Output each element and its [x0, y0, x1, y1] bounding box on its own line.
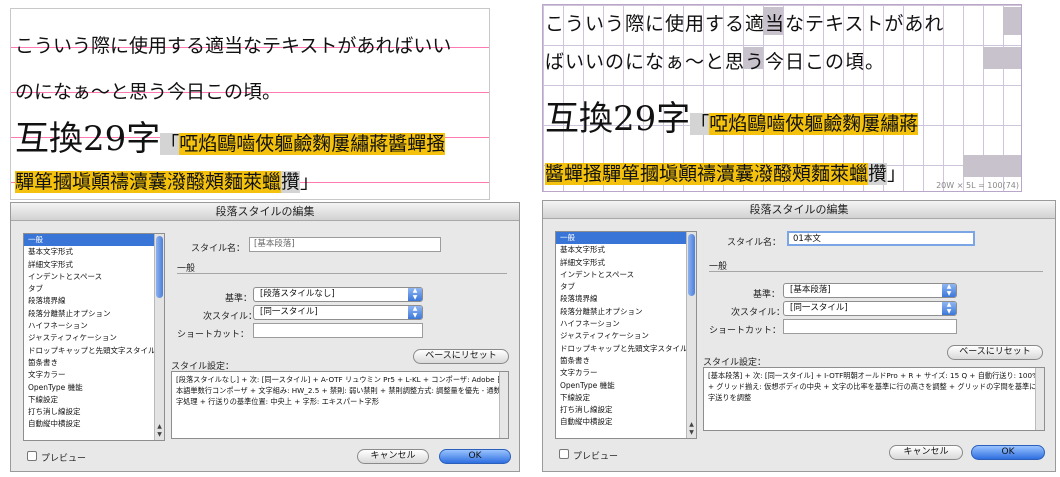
style-name-field[interactable]: [基本段落]	[249, 237, 441, 252]
next-style-label: 次スタイル：	[203, 312, 258, 322]
scroll-up-icon[interactable]: ▲	[688, 421, 695, 428]
category-item[interactable]: 段落分離禁止オプション	[556, 306, 696, 318]
scroll-down-icon[interactable]: ▼	[156, 431, 163, 438]
next-style-select[interactable]: [同一スタイル] ▲ ▼	[783, 301, 957, 316]
category-items: 一般 基本文字形式 詳細文字形式 インデントとスペース タブ 段落境界線 段落分離禁止オプシ…	[556, 232, 696, 429]
category-item[interactable]: ハイフネーション	[556, 318, 696, 330]
preview-checkbox[interactable]	[27, 451, 37, 461]
next-style-label: 次スタイル：	[731, 308, 786, 318]
style-settings-text: [段落スタイルなし] + 次: [同一スタイル] + A-OTF リュウミン P…	[171, 371, 509, 439]
category-item[interactable]: ドロップキャップと先頭文字スタイル	[556, 343, 696, 355]
preview-line-4: 驒箪摑塡顚禱瀆囊潑醱頰麵萊蠟攢」	[15, 171, 320, 193]
shortcut-field[interactable]	[253, 323, 423, 338]
dialog-title: 段落スタイルの編集	[11, 203, 519, 221]
scroll-down-icon[interactable]: ▼	[688, 429, 695, 436]
select-arrows-icon: ▲ ▼	[408, 305, 422, 319]
based-on-label: 基準：	[225, 294, 253, 304]
category-item[interactable]: 一般	[556, 232, 696, 245]
category-item[interactable]: 自動縦中横設定	[556, 416, 696, 428]
category-item[interactable]: 詳細文字形式	[556, 257, 696, 269]
select-arrows-icon: ▲ ▼	[942, 283, 956, 297]
next-style-select[interactable]: [同一スタイル] ▲ ▼	[253, 305, 423, 320]
text-frame-preview-grid: こういう際に使用する適当なテキストがあれ ばいいのになぁ〜と思う今日この頃。 互…	[542, 4, 1022, 192]
category-item[interactable]: ジャスティフィケーション	[556, 330, 696, 342]
preview-line-1: こういう際に使用する適当なテキストがあれ	[545, 13, 945, 35]
ok-button[interactable]: OK	[971, 445, 1045, 460]
style-name-label: スタイル名：	[727, 238, 782, 248]
shortcut-field[interactable]	[783, 319, 957, 334]
based-on-label: 基準：	[753, 290, 781, 300]
right-panel: こういう際に使用する適当なテキストがあれ ばいいのになぁ〜と思う今日この頃。 互…	[536, 0, 1056, 477]
category-item[interactable]: ドロップキャップと先頭文字スタイル	[24, 345, 164, 357]
based-on-select[interactable]: [基本段落] ▲ ▼	[783, 283, 957, 298]
category-item[interactable]: OpenType 機能	[24, 382, 164, 394]
category-item[interactable]: 段落境界線	[556, 293, 696, 305]
category-item[interactable]: 下線設定	[556, 392, 696, 404]
preview-line-2: のになぁ〜と思う今日この頃。	[15, 81, 282, 103]
paragraph-style-dialog: 段落スタイルの編集 一般 基本文字形式 詳細文字形式 インデントとスペース タブ 段落境界…	[10, 202, 520, 472]
left-panel: こういう際に使用する適当なテキストがあればいい のになぁ〜と思う今日この頃。 互…	[0, 0, 520, 477]
section-divider	[709, 271, 1043, 272]
reset-to-base-button[interactable]: ベースにリセット	[947, 345, 1043, 360]
category-item[interactable]: ハイフネーション	[24, 320, 164, 332]
category-item[interactable]: タブ	[24, 283, 164, 295]
category-item[interactable]: 段落分離禁止オプション	[24, 308, 164, 320]
style-settings-text: [基本段落] + 次: [同一スタイル] + I-OTF明朝オールドPro + …	[703, 367, 1045, 431]
based-on-select[interactable]: [段落スタイルなし] ▲ ▼	[253, 287, 423, 302]
scroll-up-icon[interactable]: ▲	[156, 423, 163, 430]
category-item[interactable]: 文字カラー	[24, 369, 164, 381]
category-item[interactable]: OpenType 機能	[556, 380, 696, 392]
category-item[interactable]: 箇条書き	[24, 357, 164, 369]
category-item[interactable]: インデントとスペース	[24, 271, 164, 283]
grid-ruler-readout: 20W × 5L = 100(74)	[936, 181, 1019, 190]
preview-line-3: 互換29字「啞焰鷗嚙俠軀鹼麴屢繡蔣	[545, 99, 919, 139]
paragraph-style-dialog: 段落スタイルの編集 一般 基本文字形式 詳細文字形式 インデントとスペース タブ 段落境界…	[542, 200, 1056, 472]
ok-button[interactable]: OK	[439, 449, 511, 464]
category-item[interactable]: 打ち消し線設定	[556, 404, 696, 416]
category-item[interactable]: 一般	[24, 234, 164, 247]
preview-checkbox[interactable]	[559, 449, 569, 459]
preview-line-4: 醬蟬搔驒箪摑塡顚禱瀆囊潑醱頰麵萊蠟攢」	[545, 163, 907, 185]
category-item[interactable]: 基本文字形式	[24, 246, 164, 258]
category-item[interactable]: ジャスティフィケーション	[24, 332, 164, 344]
category-scrollbar[interactable]: ▲ ▼	[154, 234, 164, 440]
category-item[interactable]: 文字カラー	[556, 367, 696, 379]
reset-to-base-button[interactable]: ベースにリセット	[413, 349, 509, 364]
text-frame-preview: こういう際に使用する適当なテキストがあればいい のになぁ〜と思う今日この頃。 互…	[10, 8, 490, 200]
category-item[interactable]: 下線設定	[24, 394, 164, 406]
cancel-button[interactable]: キャンセル	[357, 449, 429, 464]
preview-label: プレビュー	[573, 452, 619, 462]
cancel-button[interactable]: キャンセル	[889, 445, 963, 460]
category-item[interactable]: タブ	[556, 281, 696, 293]
category-items: 一般 基本文字形式 詳細文字形式 インデントとスペース タブ 段落境界線 段落分離禁止オプシ…	[24, 234, 164, 431]
scroll-thumb[interactable]	[156, 236, 163, 298]
select-arrows-icon: ▲ ▼	[408, 287, 422, 301]
settings-scrollbar[interactable]	[1035, 368, 1044, 430]
preview-line-1: こういう際に使用する適当なテキストがあればいい	[15, 35, 452, 57]
preview-label: プレビュー	[41, 454, 87, 464]
style-name-label: スタイル名：	[191, 244, 246, 254]
category-list[interactable]: 一般 基本文字形式 詳細文字形式 インデントとスペース タブ 段落境界線 段落分離禁止オプシ…	[23, 233, 165, 441]
category-list[interactable]: 一般 基本文字形式 詳細文字形式 インデントとスペース タブ 段落境界線 段落分離禁止オプシ…	[555, 231, 697, 439]
category-item[interactable]: 基本文字形式	[556, 244, 696, 256]
category-item[interactable]: 打ち消し線設定	[24, 406, 164, 418]
section-divider	[177, 273, 507, 274]
dialog-title: 段落スタイルの編集	[543, 201, 1055, 219]
select-arrows-icon: ▲ ▼	[942, 301, 956, 315]
category-item[interactable]: 箇条書き	[556, 355, 696, 367]
category-item[interactable]: 自動縦中横設定	[24, 418, 164, 430]
preview-line-2: ばいいのになぁ〜と思う今日この頃。	[545, 51, 886, 73]
scroll-thumb[interactable]	[688, 234, 695, 296]
settings-scrollbar[interactable]	[499, 372, 508, 438]
shortcut-label: ショートカット：	[709, 326, 782, 336]
style-name-field[interactable]: 01本文	[787, 231, 975, 246]
shortcut-label: ショートカット：	[177, 330, 250, 340]
category-item[interactable]: 詳細文字形式	[24, 259, 164, 271]
category-item[interactable]: 段落境界線	[24, 295, 164, 307]
preview-line-3: 互換29字「啞焰鷗嚙俠軀鹼麴屢繡蔣醬蟬搔	[15, 119, 446, 159]
category-scrollbar[interactable]: ▲ ▼	[686, 232, 696, 438]
category-item[interactable]: インデントとスペース	[556, 269, 696, 281]
